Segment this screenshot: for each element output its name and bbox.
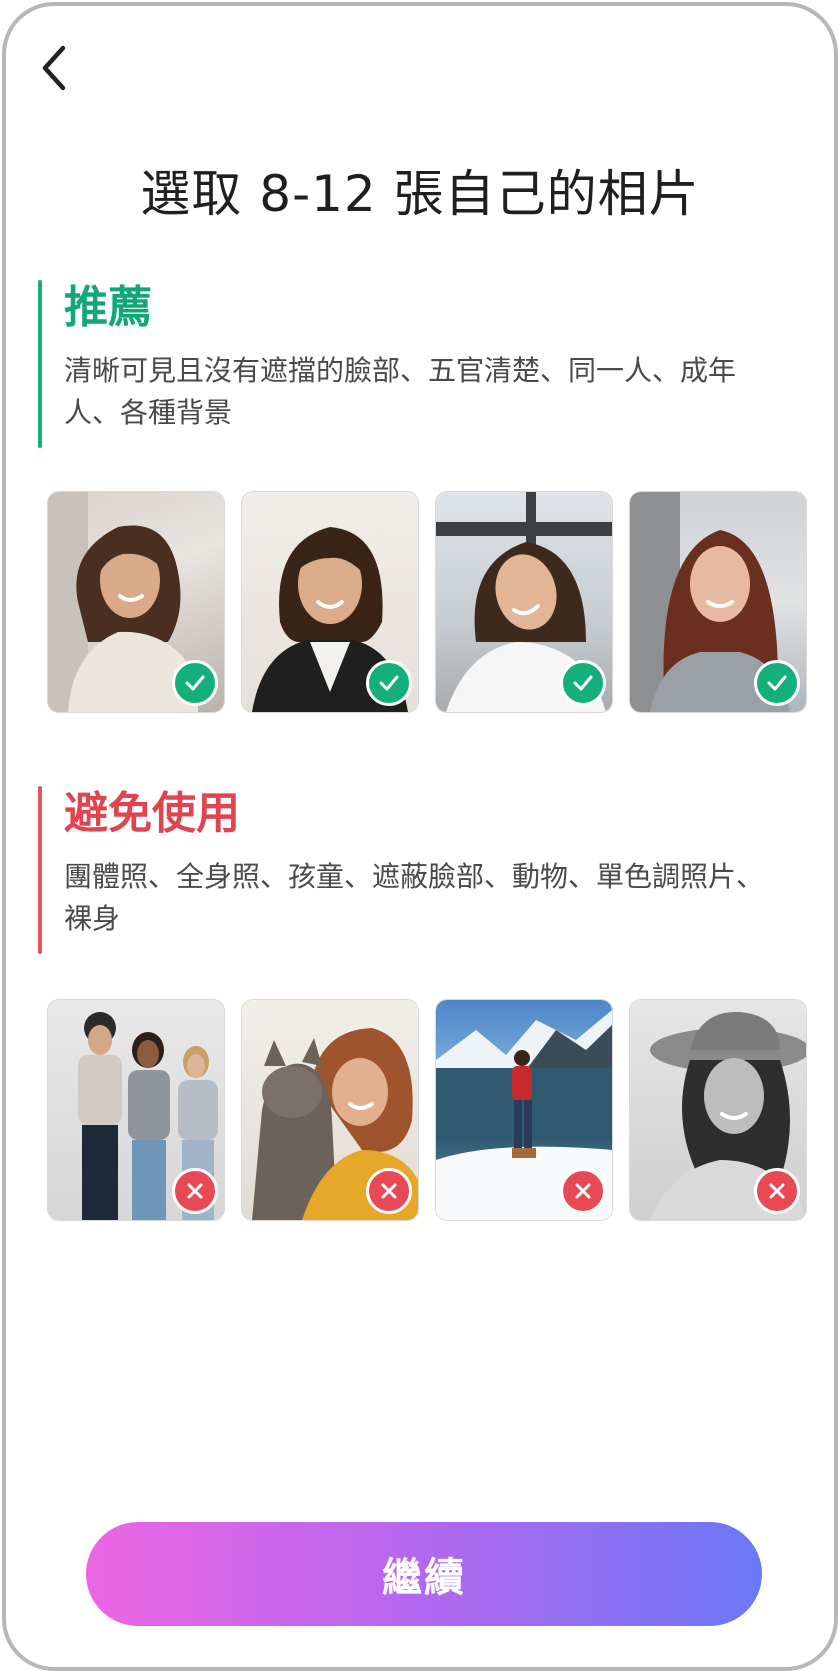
close-icon <box>381 1183 397 1199</box>
avoid-photo[interactable] <box>629 999 807 1221</box>
continue-button[interactable]: 繼續 <box>86 1522 762 1626</box>
recommended-photo[interactable] <box>241 491 419 713</box>
recommended-photo[interactable] <box>629 491 807 713</box>
avoid-photo-row <box>47 999 807 1221</box>
recommended-photo[interactable] <box>435 491 613 713</box>
close-icon <box>187 1183 203 1199</box>
chevron-left-icon <box>42 45 66 91</box>
check-badge <box>366 660 412 706</box>
avoid-heading: 避免使用 <box>64 788 240 839</box>
close-badge <box>560 1168 606 1214</box>
close-icon <box>575 1183 591 1199</box>
check-icon <box>379 675 399 691</box>
avoid-photo[interactable] <box>435 999 613 1221</box>
avoid-photo[interactable] <box>241 999 419 1221</box>
back-button[interactable] <box>32 36 76 100</box>
check-badge <box>754 660 800 706</box>
avoid-description: 團體照、全身照、孩童、遮蔽臉部、動物、單色調照片、裸身 <box>64 860 765 935</box>
avoid-section: 避免使用 團體照、全身照、孩童、遮蔽臉部、動物、單色調照片、裸身 <box>38 786 804 954</box>
close-badge <box>172 1168 218 1214</box>
phone-screen: 選取 8-12 張自己的相片 推薦 清晰可見且沒有遮擋的臉部、五官清楚、同一人、… <box>2 2 838 1671</box>
section-accent-bar <box>38 280 42 448</box>
close-icon <box>769 1183 785 1199</box>
check-badge <box>560 660 606 706</box>
check-icon <box>573 675 593 691</box>
recommended-section: 推薦 清晰可見且沒有遮擋的臉部、五官清楚、同一人、成年人、各種背景 <box>38 280 804 448</box>
section-accent-bar <box>38 786 42 954</box>
recommended-description: 清晰可見且沒有遮擋的臉部、五官清楚、同一人、成年人、各種背景 <box>64 354 737 429</box>
avoid-photo[interactable] <box>47 999 225 1221</box>
close-badge <box>366 1168 412 1214</box>
check-icon <box>185 675 205 691</box>
close-badge <box>754 1168 800 1214</box>
check-icon <box>767 675 787 691</box>
page-title: 選取 8-12 張自己的相片 <box>140 165 700 223</box>
recommended-heading: 推薦 <box>64 282 152 333</box>
recommended-photo[interactable] <box>47 491 225 713</box>
check-badge <box>172 660 218 706</box>
recommended-photo-row <box>47 491 807 713</box>
